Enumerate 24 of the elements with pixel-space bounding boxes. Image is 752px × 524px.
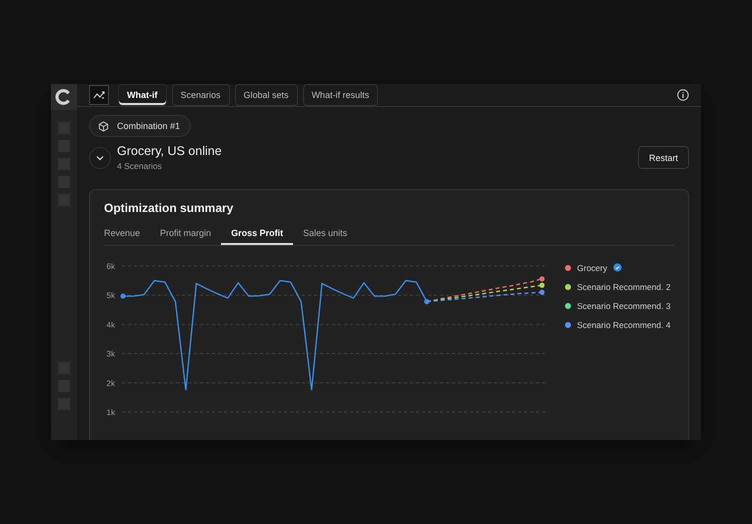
tab[interactable]: What-if bbox=[118, 84, 166, 106]
tab[interactable]: Revenue bbox=[104, 225, 150, 245]
combination-chip[interactable]: Combination #1 bbox=[89, 115, 192, 137]
tab[interactable]: Scenarios bbox=[172, 84, 230, 106]
tab[interactable]: Global sets bbox=[234, 84, 298, 106]
legend-label: Scenario Recommend. 2 bbox=[577, 282, 671, 292]
group-subtitle: 4 Scenarios bbox=[117, 161, 163, 171]
y-tick-label: 3k bbox=[106, 350, 115, 359]
y-tick-label: 2k bbox=[106, 378, 115, 388]
tab[interactable]: Gross Profit bbox=[221, 225, 294, 245]
y-tick-label: 6k bbox=[106, 262, 115, 271]
y-tick-label: 5k bbox=[106, 291, 115, 300]
legend-label: Scenario Recommend. 3 bbox=[577, 300, 671, 310]
legend-label: Scenario Recommend. 4 bbox=[577, 320, 671, 330]
tab[interactable]: Profit margin bbox=[150, 225, 222, 245]
tab[interactable]: Sales units bbox=[293, 225, 358, 245]
combination-label: Combination #1 bbox=[117, 121, 180, 131]
legend-label: Grocery bbox=[577, 262, 608, 272]
y-tick-label: 4k bbox=[106, 320, 115, 330]
card-title: Optimization summary bbox=[104, 201, 234, 215]
restart-button[interactable]: Restart bbox=[638, 146, 689, 169]
group-title: Grocery, US online bbox=[117, 144, 222, 158]
tab[interactable]: What-if results bbox=[302, 84, 378, 106]
y-tick-label: 1k bbox=[106, 408, 115, 417]
